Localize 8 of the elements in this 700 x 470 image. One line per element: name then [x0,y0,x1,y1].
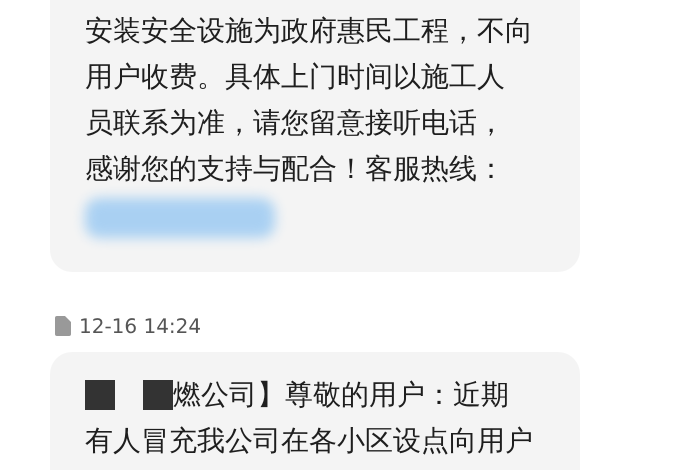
sim-card-icon [55,316,71,336]
message-text: 安装安全设施为政府惠民工程，不向 [85,13,533,49]
message-text: 用户收费。具体上门时间以施工人 [85,59,505,95]
message-timestamp: 12-16 14:24 [79,314,202,338]
message-text: 燃公司】尊敬的用户：近期 [173,377,509,413]
message-text: 员联系为准，请您留意接听电话， [85,105,505,141]
message-text: 感谢您的支持与配合！客服热线： [85,151,505,187]
message-text: 有人冒充我公司在各小区设点向用户 [85,423,533,459]
